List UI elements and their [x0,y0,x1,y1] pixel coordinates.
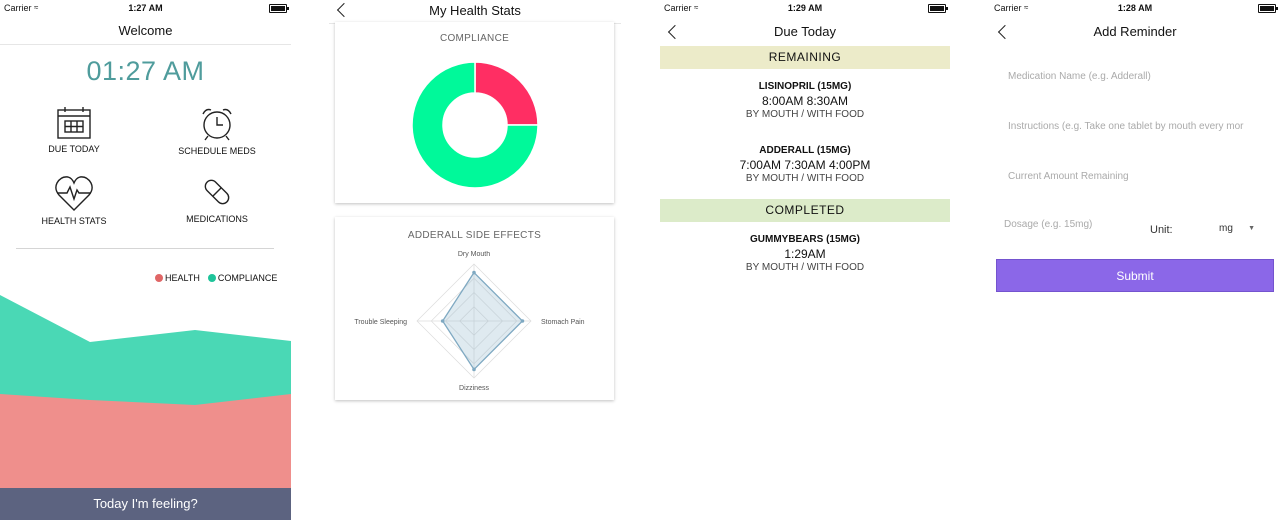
divider [16,248,274,249]
medication-route: BY MOUTH / WITH FOOD [745,173,865,184]
medication-name: LISINOPRIL (15MG) [758,81,852,92]
battery-icon [269,4,289,13]
pill-icon [204,179,230,205]
divider [0,44,291,45]
instructions-field[interactable]: Instructions (e.g. Take one tablet by mo… [1008,121,1244,132]
status-bar: Carrier ≈ 1:27 AM [0,0,291,16]
radar-label-3: Trouble Sleeping [354,319,407,326]
status-time: 1:29 AM [787,3,823,13]
schedule-meds-label: SCHEDULE MEDS [178,146,256,156]
unit-select[interactable]: mg ▼ [1219,223,1255,237]
submit-button[interactable]: Submit [996,259,1274,292]
medication-times: 8:00AM 8:30AM [761,94,849,108]
compliance-card: COMPLIANCE [335,22,614,203]
radar-label-0: Dry Mouth [458,251,490,258]
radar-point-3 [440,319,445,323]
due-today-screen: Carrier ≈ 1:29 AM Due Today REMAINING LI… [660,0,950,520]
schedule-meds-button[interactable]: SCHEDULE MEDS [157,106,277,156]
compliance-legend-label: COMPLIANCE [217,273,278,283]
side-effects-card: ADDERALL SIDE EFFECTS Dry Mouth Stomach P… [335,217,614,400]
chart-legend: HEALTH COMPLIANCE [155,273,277,283]
area-chart [0,295,291,490]
unit-value: mg [1219,223,1233,234]
unit-label: Unit: [1150,224,1173,236]
medications-button[interactable]: MEDICATIONS [157,174,277,224]
status-bar: Carrier ≈ 1:29 AM [660,0,950,16]
page-title: My Health Stats [429,3,521,18]
feeling-button[interactable]: Today I'm feeling? [0,488,291,520]
chevron-down-icon: ▼ [1248,225,1255,232]
radar-point-1 [520,319,525,323]
page-title: Welcome [118,23,173,38]
medications-label: MEDICATIONS [186,214,248,224]
health-area [0,394,291,490]
page-title: Add Reminder [1093,24,1177,39]
status-time: 1:27 AM [128,3,163,13]
radar-point-0 [472,270,476,275]
medication-times: 1:29AM [784,247,826,261]
side-effects-title: ADDERALL SIDE EFFECTS [407,230,542,241]
list-item[interactable]: ADDERALL (15MG) 7:00AM 7:30AM 4:00PM BY … [660,145,950,184]
compliance-legend-dot [207,274,216,282]
battery-icon [1258,4,1278,13]
medication-name-field[interactable]: Medication Name (e.g. Adderall) [1008,71,1151,82]
donut-slice-0 [474,61,539,126]
medication-name: GUMMYBEARS (15MG) [749,234,860,245]
side-effects-radar-chart: Dry Mouth Stomach Pain Dizziness Trouble Sl… [354,251,585,391]
compliance-title: COMPLIANCE [439,33,510,44]
health-stats-label: HEALTH STATS [41,216,107,226]
health-legend-dot [155,274,163,282]
radar-series-area [441,271,524,371]
radar-label-1: Stomach Pain [541,319,585,326]
compliance-donut-chart [411,61,539,189]
list-item[interactable]: GUMMYBEARS (15MG) 1:29AM BY MOUTH / WITH… [660,234,950,273]
page-title: Due Today [774,24,836,39]
medication-name: ADDERALL (15MG) [759,145,851,156]
add-reminder-screen: Carrier ≈ 1:28 AM Add Reminder Medicatio… [990,0,1280,520]
health-legend-label: HEALTH [165,273,200,283]
amount-remaining-field[interactable]: Current Amount Remaining [1008,171,1129,182]
due-today-label: DUE TODAY [48,144,100,154]
completed-header: COMPLETED [660,199,950,222]
calendar-icon [57,107,91,139]
medication-times: 7:00AM 7:30AM 4:00PM [739,158,871,172]
medication-route: BY MOUTH / WITH FOOD [745,262,865,273]
remaining-header: REMAINING [660,46,950,69]
status-bar: Carrier ≈ 1:28 AM [990,0,1280,16]
health-stats-screen: My Health Stats COMPLIANCE ADDERALL SIDE… [329,0,621,520]
list-item[interactable]: LISINOPRIL (15MG) 8:00AM 8:30AM BY MOUTH… [660,81,950,120]
health-stats-button[interactable]: HEALTH STATS [14,174,134,226]
alarm-clock-icon [202,108,232,141]
radar-point-2 [472,367,476,372]
due-today-button[interactable]: DUE TODAY [14,106,134,154]
welcome-screen: Carrier ≈ 1:27 AM Welcome 01:27 AM DUE T… [0,0,291,520]
status-time: 1:28 AM [1117,3,1153,13]
heart-pulse-icon [55,176,93,211]
dosage-field[interactable]: Dosage (e.g. 15mg) [1004,219,1092,230]
medication-route: BY MOUTH / WITH FOOD [745,109,865,120]
battery-icon [928,4,948,13]
clock-display: 01:27 AM [86,56,205,86]
radar-label-2: Dizziness [459,385,489,391]
